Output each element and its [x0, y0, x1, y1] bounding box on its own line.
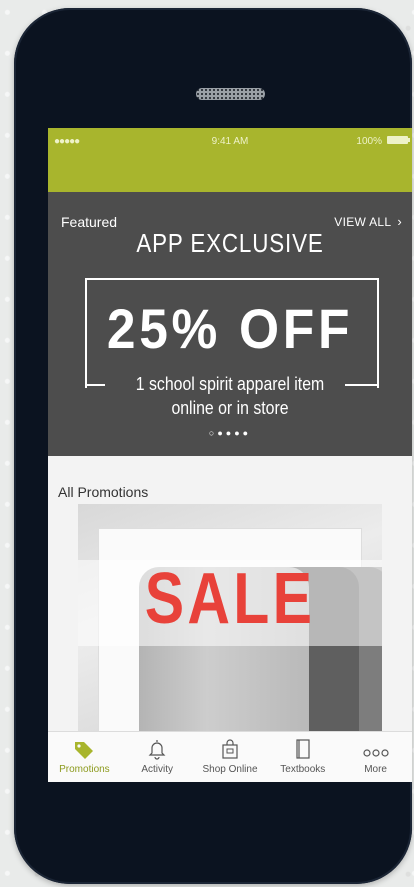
bell-icon — [148, 740, 166, 760]
battery-icon — [387, 136, 410, 144]
book-icon — [296, 739, 310, 759]
tab-label: More — [364, 764, 387, 775]
promo-discount: 25% OFF — [106, 297, 354, 360]
promo-title: APP EXCLUSIVE — [136, 228, 324, 258]
battery-percent: 100% — [356, 136, 382, 147]
tab-shop-online[interactable]: Shop Online — [194, 732, 267, 782]
tab-label: Promotions — [59, 764, 110, 775]
sale-text: SALE — [144, 559, 316, 639]
sale-promo-card[interactable]: SALE — [78, 504, 382, 736]
phone-frame: ●●●●● 9:41 AM 100% Featured VIEW ALL › AP… — [14, 8, 412, 884]
chevron-right-icon: › — [397, 214, 402, 229]
status-bar: ●●●●● 9:41 AM 100% — [48, 128, 412, 192]
section-title: All Promotions — [58, 484, 149, 500]
tab-label: Activity — [141, 764, 174, 775]
tab-activity[interactable]: Activity — [121, 732, 194, 782]
tab-textbooks[interactable]: Textbooks — [266, 732, 339, 782]
tab-more[interactable]: More — [339, 732, 412, 782]
shopping-bag-icon — [222, 739, 238, 759]
tab-label: Textbooks — [280, 764, 326, 775]
carousel-page-indicator[interactable]: ○●●●● — [48, 428, 412, 438]
promo-detail-line2: online or in store — [171, 398, 289, 418]
tab-label: Shop Online — [202, 764, 258, 775]
view-all-label: VIEW ALL — [334, 215, 392, 229]
featured-carousel[interactable]: Featured VIEW ALL › APP EXCLUSIVE 25% OFF… — [48, 192, 412, 456]
tag-icon — [75, 742, 94, 759]
speaker-grille — [196, 88, 265, 100]
promotions-section: All Promotions SALE — [48, 456, 412, 736]
tab-bar: Promotions Activity Shop Online Textbook… — [48, 731, 412, 782]
view-all-link[interactable]: VIEW ALL › — [334, 214, 402, 229]
tab-promotions[interactable]: Promotions — [48, 732, 121, 782]
app-screen: ●●●●● 9:41 AM 100% Featured VIEW ALL › AP… — [48, 128, 412, 782]
promo-detail-line1: 1 school spirit apparel item — [135, 374, 325, 394]
more-icon — [362, 749, 389, 757]
